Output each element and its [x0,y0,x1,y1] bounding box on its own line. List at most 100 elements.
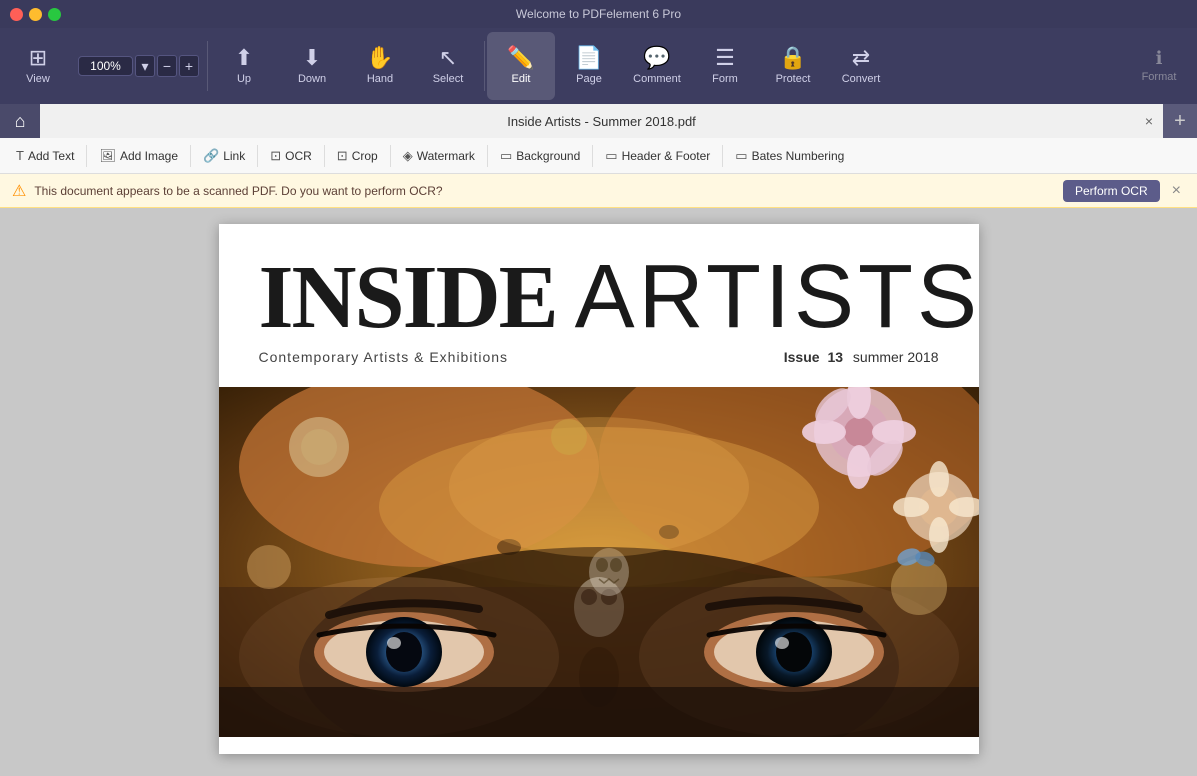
view-label: View [26,73,50,85]
select-label: Select [433,73,464,85]
add-tab-icon: + [1174,110,1186,133]
protect-icon: 🔒 [779,47,806,69]
form-label: Form [712,73,738,85]
zoom-display[interactable]: 100% [78,56,133,76]
up-label: Up [237,73,251,85]
link-tool[interactable]: 🔗 Link [195,145,253,167]
hand-label: Hand [367,73,393,85]
issue-label: Issue [784,349,820,365]
tabbar: ⌂ Inside Artists - Summer 2018.pdf × + [0,104,1197,138]
zoom-increase-btn[interactable]: + [179,55,199,77]
form-icon: ☰ [715,47,735,69]
zoom-control: 100% ▾ − + [78,55,199,77]
add-text-tool[interactable]: T Add Text [8,145,82,166]
toolbar-convert[interactable]: ⇄ Convert [827,32,895,100]
pdf-header: INSIDE ARTISTS Contemporary Artists & Ex… [219,224,979,387]
ocr-tool[interactable]: ⊡ OCR [262,145,320,167]
edit-toolbar: T Add Text 🖼 Add Image 🔗 Link ⊡ OCR ⊡ Cr… [0,138,1197,174]
format-label: Format [1142,71,1177,83]
comment-label: Comment [633,73,681,85]
document-tab[interactable]: Inside Artists - Summer 2018.pdf × [40,104,1163,138]
down-icon: ⬇ [303,47,321,69]
ocr-label: OCR [285,149,312,163]
perform-ocr-button[interactable]: Perform OCR [1063,180,1160,202]
ocr-bar-close-button[interactable]: × [1168,182,1185,200]
toolbar-divider-1 [207,41,208,91]
window-controls [0,8,61,21]
toolbar-form[interactable]: ☰ Form [691,32,759,100]
home-tab[interactable]: ⌂ [0,104,40,138]
toolbar-comment[interactable]: 💬 Comment [623,32,691,100]
toolbar-protect[interactable]: 🔒 Protect [759,32,827,100]
toolbar-select[interactable]: ↖ Select [414,32,482,100]
add-image-tool[interactable]: 🖼 Add Image [91,145,186,167]
pdf-document-page: INSIDE ARTISTS Contemporary Artists & Ex… [219,224,979,754]
cover-artwork [219,387,979,737]
page-label: Page [576,73,602,85]
toolbar-format[interactable]: ℹ Format [1125,32,1193,100]
toolbar-up[interactable]: ⬆ Up [210,32,278,100]
edit-divider-3 [257,145,258,167]
bates-numbering-tool[interactable]: ▭ Bates Numbering [727,145,852,167]
header-footer-icon: ▭ [605,148,617,164]
magazine-issue: Issue 13 summer 2018 [784,349,939,365]
background-icon: ▭ [500,148,512,164]
magazine-subtitle: Contemporary Artists & Exhibitions [259,349,509,365]
crop-tool[interactable]: ⊡ Crop [329,145,386,167]
edit-divider-5 [390,145,391,167]
zoom-dropdown-btn[interactable]: ▾ [135,55,155,77]
view-icon: ⊞ [29,47,47,69]
magazine-title-inside: INSIDE [259,253,557,343]
toolbar-down[interactable]: ⬇ Down [278,32,346,100]
minimize-button[interactable] [29,8,42,21]
crop-label: Crop [352,149,378,163]
edit-divider-4 [324,145,325,167]
edit-divider-2 [190,145,191,167]
link-label: Link [223,149,245,163]
edit-divider-6 [487,145,488,167]
zoom-decrease-btn[interactable]: − [157,55,177,77]
close-button[interactable] [10,8,23,21]
edit-divider-7 [592,145,593,167]
convert-icon: ⇄ [852,47,870,69]
pdf-title-line: INSIDE ARTISTS [259,252,939,343]
toolbar-view[interactable]: ⊞ View [4,32,72,100]
edit-divider-1 [86,145,87,167]
toolbar-divider-2 [484,41,485,91]
header-footer-label: Header & Footer [622,149,711,163]
magazine-cover-image [219,387,979,737]
watermark-icon: ◈ [403,148,413,164]
convert-label: Convert [842,73,881,85]
comment-icon: 💬 [643,47,670,69]
watermark-label: Watermark [417,149,475,163]
new-tab-button[interactable]: + [1163,104,1197,138]
protect-label: Protect [776,73,811,85]
header-footer-tool[interactable]: ▭ Header & Footer [597,145,718,167]
home-icon: ⌂ [15,111,26,132]
edit-label: Edit [512,73,531,85]
up-icon: ⬆ [235,47,253,69]
toolbar-hand[interactable]: ✋ Hand [346,32,414,100]
add-image-icon: 🖼 [99,148,116,164]
maximize-button[interactable] [48,8,61,21]
tab-close-button[interactable]: × [1145,113,1153,129]
link-icon: 🔗 [203,148,219,164]
ocr-message: This document appears to be a scanned PD… [34,184,1055,198]
main-toolbar: ⊞ View 100% ▾ − + ⬆ Up ⬇ Down ✋ Hand ↖ S… [0,28,1197,104]
edit-divider-8 [722,145,723,167]
down-label: Down [298,73,326,85]
bates-numbering-label: Bates Numbering [752,149,845,163]
watermark-tool[interactable]: ◈ Watermark [395,145,483,167]
crop-icon: ⊡ [337,148,348,164]
toolbar-edit[interactable]: ✏️ Edit [487,32,555,100]
add-image-label: Add Image [120,149,178,163]
main-content-area: INSIDE ARTISTS Contemporary Artists & Ex… [0,208,1197,776]
pdf-subtitle-line: Contemporary Artists & Exhibitions Issue… [259,349,939,365]
magazine-title-artists: ARTISTS [575,252,981,342]
ocr-warning-icon: ⚠ [12,181,26,201]
page-icon: 📄 [575,47,602,69]
background-label: Background [516,149,580,163]
background-tool[interactable]: ▭ Background [492,145,588,167]
toolbar-page[interactable]: 📄 Page [555,32,623,100]
select-icon: ↖ [439,47,457,69]
